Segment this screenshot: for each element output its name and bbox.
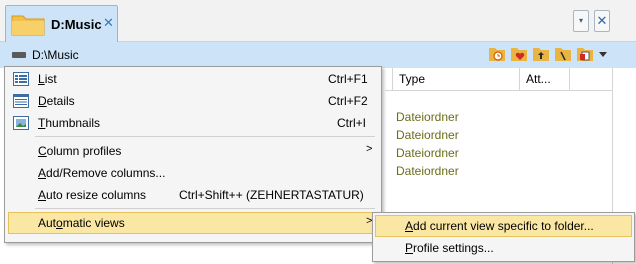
favorite-folder-icon[interactable] [510,46,528,62]
menu-separator [35,136,375,137]
shortcut-label: Ctrl+I [337,116,367,130]
tab-close-icon[interactable]: ✕ [103,15,114,31]
tab-music[interactable]: D:Music ✕ [5,5,118,42]
tab-list-button[interactable]: ▾ [573,10,589,32]
submenu-item-profile-settings[interactable]: Profile settings... [375,237,632,259]
menu-item-list[interactable]: List Ctrl+F1 [8,68,378,90]
dropdown-arrow-icon[interactable] [598,48,608,64]
close-pane-button[interactable]: ✕ [594,10,610,32]
mnemonic: D [38,94,47,108]
copy-path-icon[interactable] [576,46,594,62]
shortcut-label: Ctrl+F1 [328,72,368,86]
submenu-item-add-current-view[interactable]: Add current view specific to folder... [375,215,632,237]
view-context-menu: List Ctrl+F1 Details Ctrl+F2 Thumbnails … [4,66,382,243]
menu-item-details[interactable]: Details Ctrl+F2 [8,90,378,112]
label-part: Aut [38,216,57,230]
row-type-cell[interactable]: Dateiordner [396,164,459,178]
address-path[interactable]: D:\Music [32,48,79,62]
menu-item-label: ist [44,72,57,86]
address-bar: D:\Music [0,42,636,68]
menu-item-label: dd/Remove columns... [46,166,166,180]
details-view-icon [13,94,29,108]
mnemonic: o [56,216,63,230]
mnemonic: A [38,166,47,180]
column-headers: Type Att... [385,68,612,91]
column-header-attributes[interactable]: Att... [519,68,569,91]
submenu-arrow-icon: > [366,143,373,155]
tab-strip: D:Music ✕ ▾ ✕ [0,0,636,42]
mnemonic: P [405,241,414,255]
menu-item-label: rofile settings... [413,241,494,255]
menu-item-automatic-views[interactable]: Automatic views > [8,212,378,234]
mnemonic: L [38,72,45,86]
menu-item-auto-resize-columns[interactable]: Auto resize columns Ctrl+Shift++ (ZEHNER… [8,184,378,206]
history-folder-icon[interactable] [488,46,506,62]
menu-item-label: olumn profiles [46,144,122,158]
menu-separator [35,208,375,209]
menu-item-add-remove-columns[interactable]: Add/Remove columns... [8,162,378,184]
up-folder-icon[interactable] [532,46,550,62]
list-view-icon [13,72,29,86]
folder-icon [11,12,45,39]
menu-item-column-profiles[interactable]: Column profiles > [8,140,378,162]
shortcut-label: Ctrl+Shift++ (ZEHNERTASTATUR) [179,188,364,202]
automatic-views-submenu: Add current view specific to folder... P… [372,212,635,262]
menu-item-label: dd current view specific to folder... [413,219,594,233]
column-header-type[interactable]: Type [392,68,519,91]
menu-item-thumbnails[interactable]: Thumbnails Ctrl+I [8,112,378,134]
mnemonic: A [405,219,414,233]
drive-icon [12,52,26,58]
column-divider [569,68,570,91]
mnemonic: C [38,144,47,158]
menu-item-label: humbnails [45,116,101,130]
mnemonic: A [38,188,47,202]
root-folder-icon[interactable] [554,46,572,62]
row-type-cell[interactable]: Dateiordner [396,110,459,124]
row-type-cell[interactable]: Dateiordner [396,128,459,142]
tab-title: D:Music [51,17,102,32]
thumbnails-view-icon [13,116,29,130]
menu-item-label: etails [46,94,75,108]
shortcut-label: Ctrl+F2 [328,94,368,108]
menu-item-label: uto resize columns [46,188,147,202]
row-type-cell[interactable]: Dateiordner [396,146,459,160]
menu-item-label: matic views [62,216,125,230]
